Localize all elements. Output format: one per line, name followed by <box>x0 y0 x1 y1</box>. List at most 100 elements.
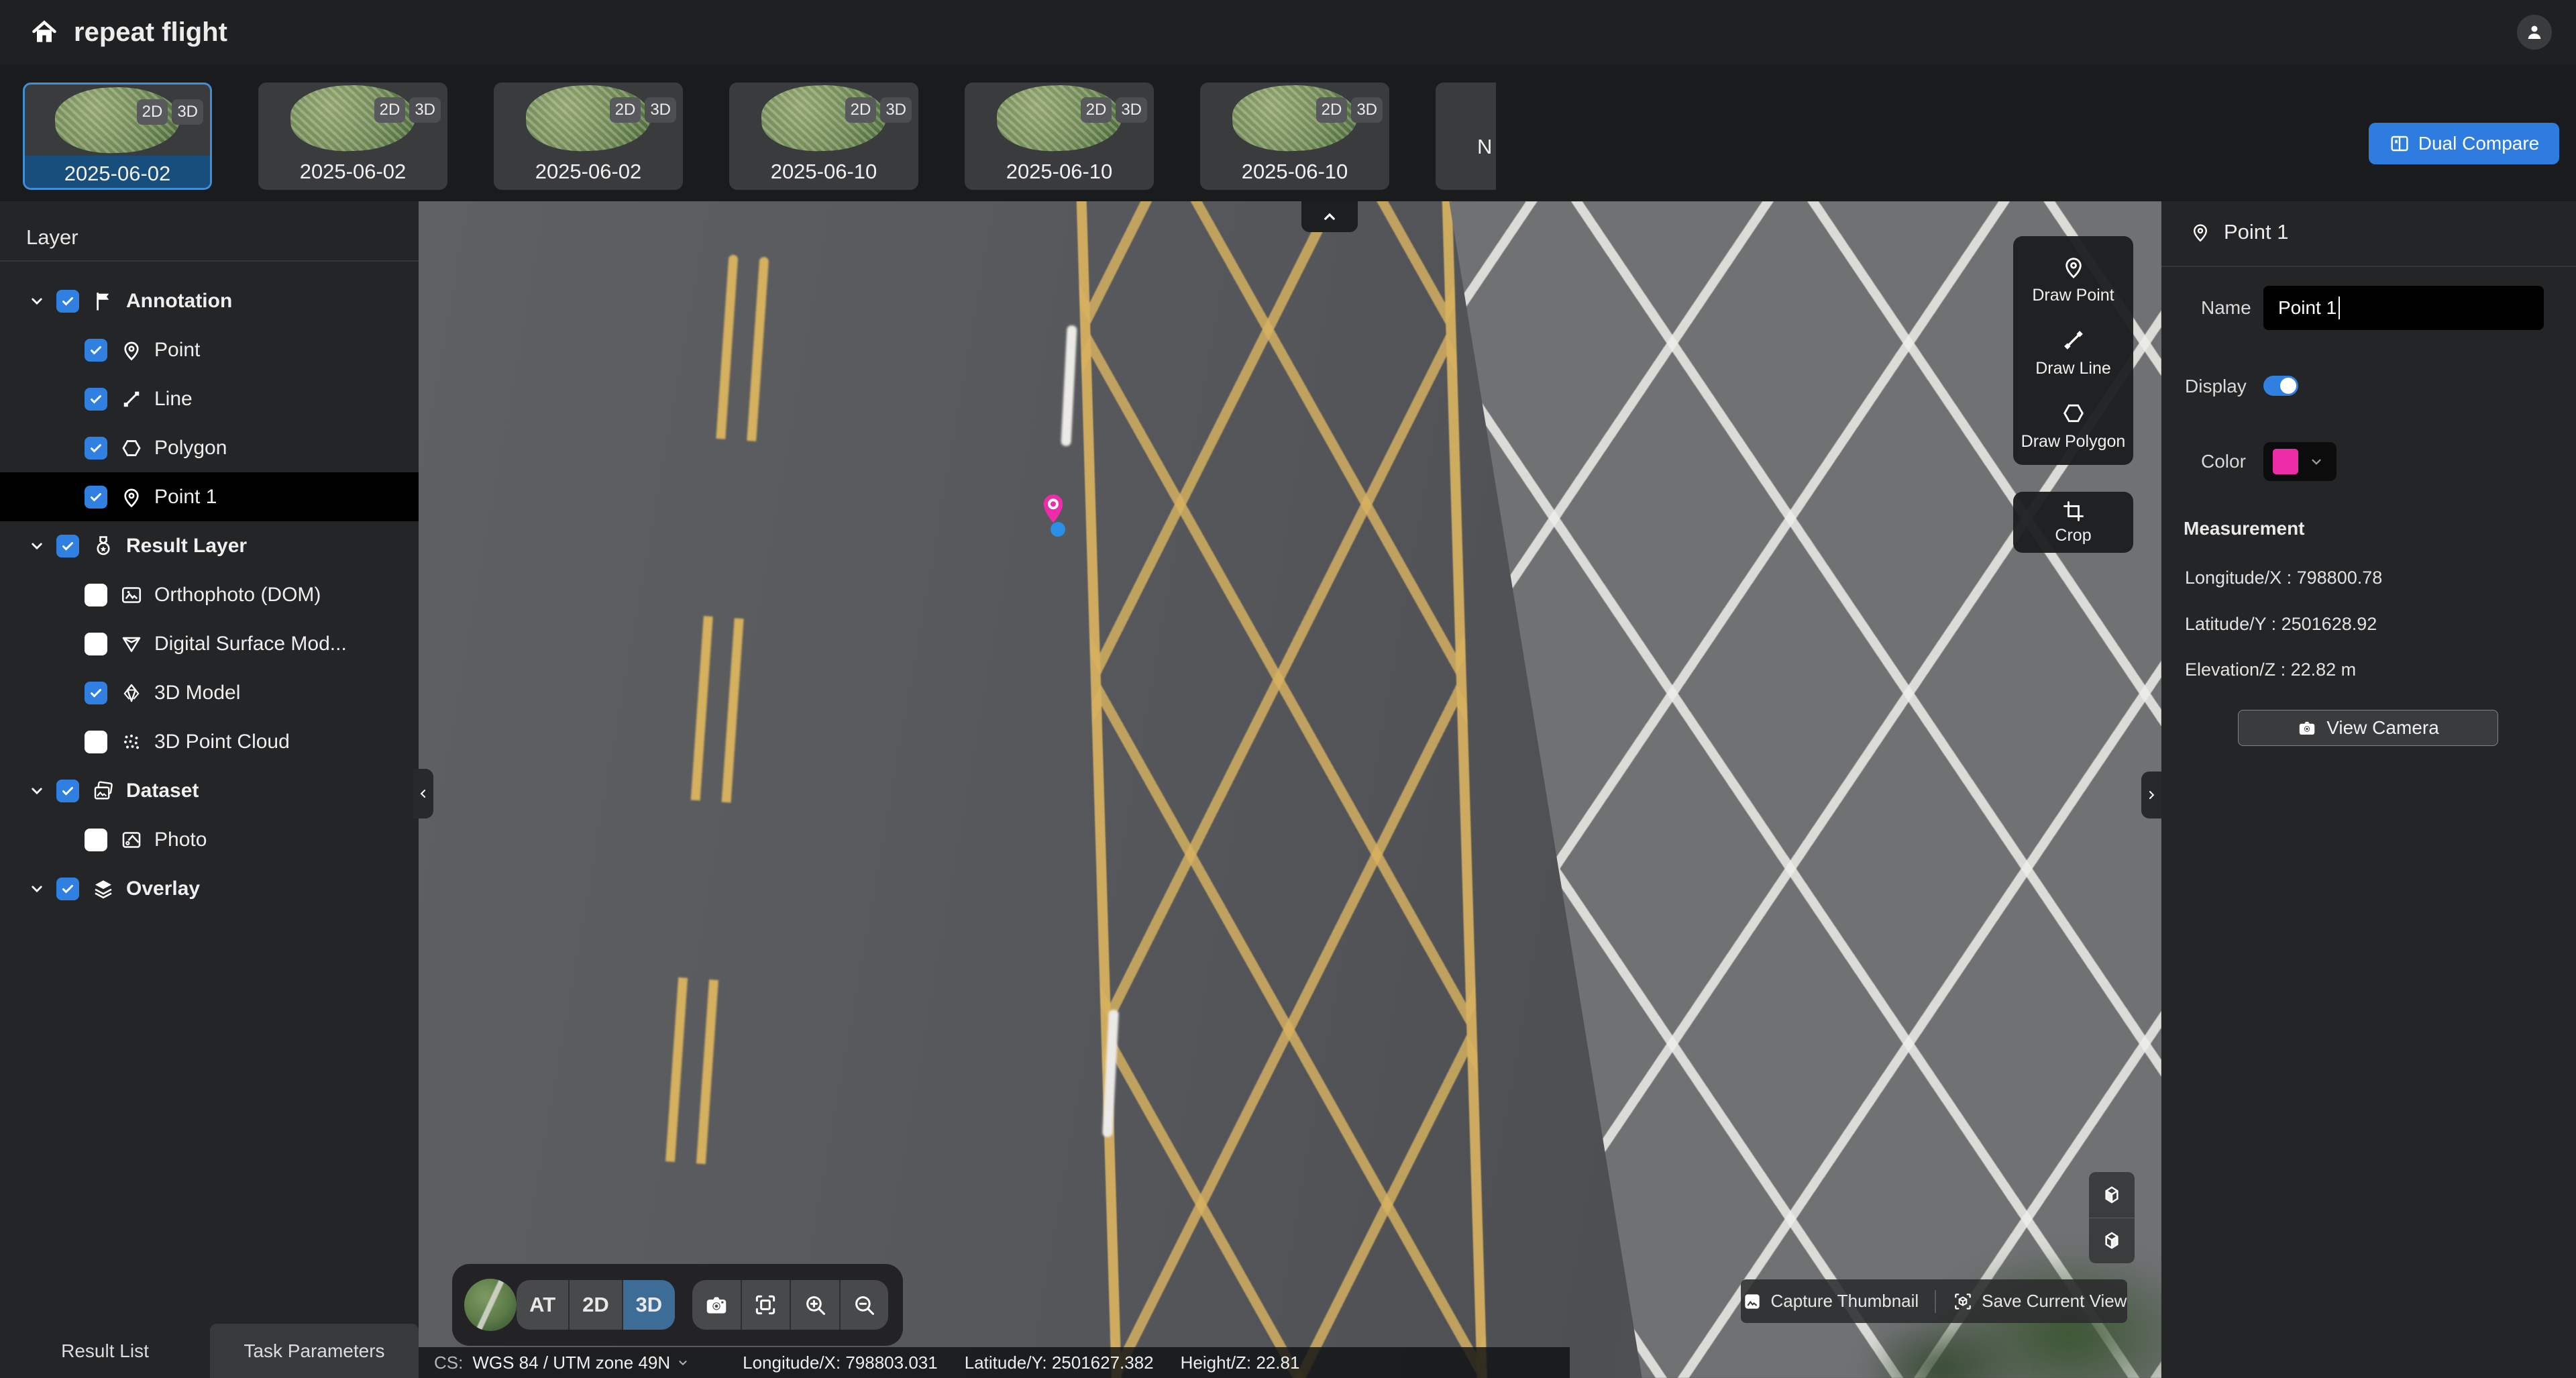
checkbox-checked[interactable] <box>85 682 107 704</box>
badge-2d[interactable]: 2D <box>610 97 641 123</box>
fit-view-button[interactable] <box>741 1280 790 1330</box>
checkbox-checked[interactable] <box>56 780 79 802</box>
home-icon[interactable] <box>30 17 59 47</box>
layer-label: Digital Surface Mod... <box>154 633 347 655</box>
line-icon <box>2060 327 2087 354</box>
layer-row-result-layer[interactable]: Result Layer <box>0 521 419 570</box>
badge-3d[interactable]: 3D <box>645 97 676 123</box>
badge-2d[interactable]: 2D <box>1316 97 1348 123</box>
capture-card[interactable]: 2D 3D 2025-06-10 <box>965 83 1154 190</box>
layer-row-overlay[interactable]: Overlay <box>0 864 419 913</box>
capture-card[interactable]: 2D 3D 2025-06-10 <box>729 83 918 190</box>
layer-row-annotation[interactable]: Annotation <box>0 276 419 325</box>
capture-card[interactable]: 2D 3D 2025-06-10 <box>1200 83 1389 190</box>
dual-compare-button[interactable]: Dual Compare <box>2369 123 2559 164</box>
draw-polygon-button[interactable]: Draw Polygon <box>2013 400 2133 452</box>
screenshot-button[interactable] <box>692 1280 741 1330</box>
layer-row-dataset[interactable]: Dataset <box>0 766 419 815</box>
layer-row-point-1[interactable]: Point 1 <box>0 472 419 521</box>
capture-card-partial[interactable]: N <box>1436 83 1496 190</box>
chevron-down-icon[interactable] <box>676 1355 690 1370</box>
cube-icon <box>2098 1181 2125 1208</box>
display-toggle[interactable] <box>2263 376 2298 396</box>
layer-label: Overlay <box>126 878 200 900</box>
checkbox-unchecked[interactable] <box>85 633 107 655</box>
color-picker[interactable] <box>2263 442 2337 481</box>
cs-selector[interactable]: WGS 84 / UTM zone 49N <box>472 1353 670 1373</box>
cube-view-button[interactable] <box>2089 1172 2135 1218</box>
tab-task-parameters[interactable]: Task Parameters <box>210 1324 419 1378</box>
pin-icon <box>119 485 144 509</box>
measurement-title: Measurement <box>2184 518 2305 539</box>
checkbox-checked[interactable] <box>56 290 79 313</box>
badge-3d[interactable]: 3D <box>409 97 441 123</box>
draw-point-button[interactable]: Draw Point <box>2013 254 2133 305</box>
collapse-right-panel-handle[interactable] <box>2141 772 2161 818</box>
layer-row-polygon[interactable]: Polygon <box>0 423 419 472</box>
crop-button[interactable]: Crop <box>2013 492 2133 553</box>
checkbox-checked[interactable] <box>56 878 79 900</box>
capture-thumbnail-button[interactable]: Capture Thumbnail <box>1741 1291 1919 1312</box>
layer-row-photo[interactable]: Photo <box>0 815 419 864</box>
checkbox-checked[interactable] <box>85 388 107 411</box>
tab-result-list[interactable]: Result List <box>0 1324 210 1378</box>
medal-icon <box>91 534 115 558</box>
draw-line-button[interactable]: Draw Line <box>2013 327 2133 378</box>
view-camera-button[interactable]: View Camera <box>2238 710 2498 746</box>
map-controls-bar: AT 2D 3D <box>452 1264 903 1346</box>
capture-card[interactable]: 2D 3D 2025-06-02 <box>23 83 212 190</box>
chevron-up-icon <box>1320 207 1340 227</box>
layers-icon <box>91 877 115 901</box>
map-marker-dot[interactable] <box>1051 522 1065 537</box>
divider <box>0 260 419 262</box>
draw-polygon-label: Draw Polygon <box>2021 432 2126 452</box>
zoom-out-button[interactable] <box>839 1280 889 1330</box>
mode-at[interactable]: AT <box>517 1280 568 1330</box>
badge-3d[interactable]: 3D <box>880 97 912 123</box>
name-input[interactable]: Point 1 <box>2263 286 2544 330</box>
zoom-in-icon <box>802 1292 828 1318</box>
map-marker-pin[interactable] <box>1041 492 1065 525</box>
checkbox-checked[interactable] <box>85 486 107 509</box>
layer-label: Dataset <box>126 780 199 802</box>
minimap-thumbnail[interactable] <box>464 1279 517 1331</box>
cube-view-button[interactable] <box>2089 1218 2135 1264</box>
badge-2d[interactable]: 2D <box>845 97 877 123</box>
collapse-strip-button[interactable] <box>1301 201 1358 232</box>
save-current-view-button[interactable]: Save Current View <box>1952 1291 2127 1312</box>
color-label: Color <box>2201 451 2246 472</box>
collapse-left-panel-handle[interactable] <box>413 769 433 818</box>
chevron-right-icon <box>2145 788 2158 802</box>
mode-2d[interactable]: 2D <box>568 1280 621 1330</box>
checkbox-unchecked[interactable] <box>85 829 107 851</box>
map-viewport[interactable]: Draw Point Draw Line Draw Polygon Crop A… <box>419 201 2161 1378</box>
layer-row-dsm[interactable]: Digital Surface Mod... <box>0 619 419 668</box>
badge-2d[interactable]: 2D <box>1081 97 1112 123</box>
layer-row-3d-model[interactable]: 3D Model <box>0 668 419 717</box>
capture-card[interactable]: 2D 3D 2025-06-02 <box>258 83 447 190</box>
badge-3d[interactable]: 3D <box>1116 97 1147 123</box>
badge-3d[interactable]: 3D <box>1351 97 1383 123</box>
user-avatar[interactable] <box>2517 15 2552 50</box>
capture-date: 2025-06-10 <box>965 154 1154 190</box>
checkbox-unchecked[interactable] <box>85 731 107 753</box>
layer-row-point[interactable]: Point <box>0 325 419 374</box>
checkbox-checked[interactable] <box>85 339 107 362</box>
checkbox-unchecked[interactable] <box>85 584 107 606</box>
capture-card[interactable]: 2D 3D 2025-06-02 <box>494 83 683 190</box>
page-title: repeat flight <box>74 17 227 48</box>
zoom-in-button[interactable] <box>790 1280 839 1330</box>
mode-3d[interactable]: 3D <box>622 1280 675 1330</box>
badge-2d[interactable]: 2D <box>137 99 168 125</box>
layer-row-line[interactable]: Line <box>0 374 419 423</box>
badge-2d[interactable]: 2D <box>374 97 406 123</box>
chevron-left-icon <box>417 787 430 800</box>
chevron-down-icon <box>27 781 47 801</box>
checkbox-checked[interactable] <box>56 535 79 558</box>
layer-row-3d-point-cloud[interactable]: 3D Point Cloud <box>0 717 419 766</box>
checkbox-checked[interactable] <box>85 437 107 460</box>
layer-row-orthophoto[interactable]: Orthophoto (DOM) <box>0 570 419 619</box>
badge-3d[interactable]: 3D <box>172 99 203 125</box>
capture-cards: 2D 3D 2025-06-02 2D 3D 2025-06-02 2D 3D … <box>0 64 1496 201</box>
measurement-longitude: Longitude/X : 798800.78 <box>2185 568 2382 588</box>
